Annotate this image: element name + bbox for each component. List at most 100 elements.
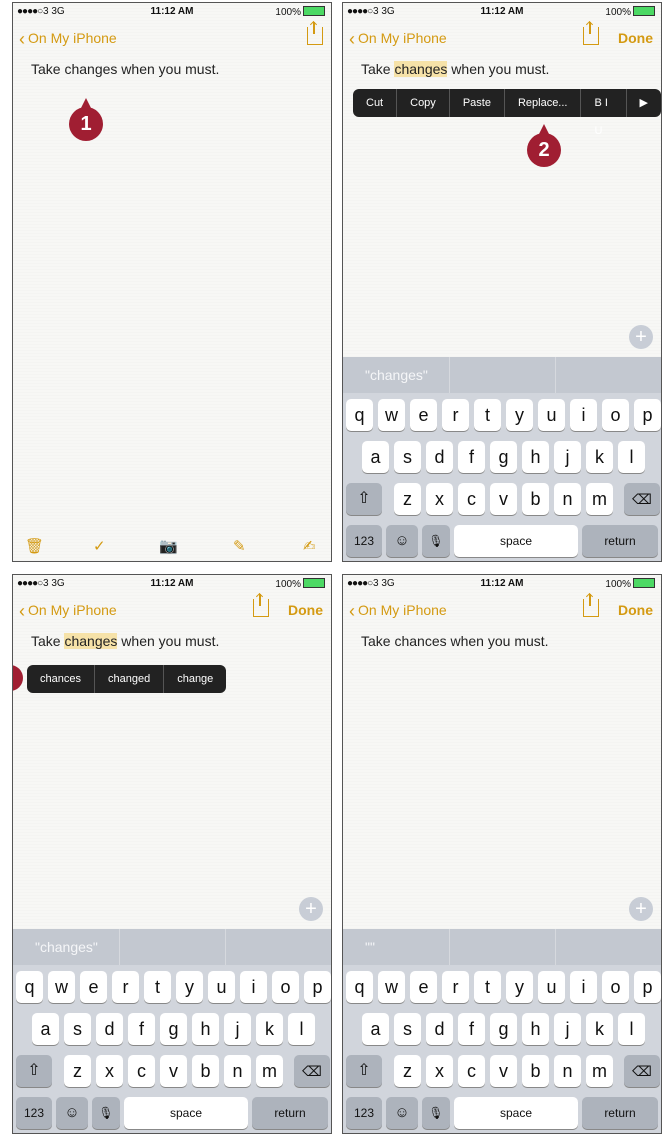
emoji-icon[interactable]: ☺ [386, 1097, 418, 1129]
share-icon[interactable] [307, 22, 323, 45]
key-n[interactable]: n [554, 483, 581, 515]
key-k[interactable]: k [256, 1013, 283, 1045]
back-button[interactable]: ‹ On My iPhone [349, 29, 447, 50]
checklist-icon[interactable]: ✓ [93, 537, 106, 555]
delete-icon[interactable]: ⌫ [624, 483, 660, 515]
key-y[interactable]: y [506, 971, 533, 1003]
done-button[interactable]: Done [288, 602, 323, 618]
key-i[interactable]: i [240, 971, 267, 1003]
key-p[interactable]: p [304, 971, 331, 1003]
key-g[interactable]: g [490, 441, 517, 473]
delete-icon[interactable]: ⌫ [624, 1055, 660, 1087]
key-p[interactable]: p [634, 399, 661, 431]
prediction-text[interactable]: "changes" [365, 367, 428, 383]
key-z[interactable]: z [64, 1055, 91, 1087]
selected-word[interactable]: changes [64, 633, 118, 649]
key-r[interactable]: r [112, 971, 139, 1003]
mic-icon[interactable]: 🎙 [422, 1097, 450, 1129]
key-t[interactable]: t [144, 971, 171, 1003]
key-w[interactable]: w [378, 399, 405, 431]
more-arrow-icon[interactable]: ▶ [627, 89, 661, 117]
trash-icon[interactable]: 🗑 [25, 537, 44, 555]
key-e[interactable]: e [410, 399, 437, 431]
prediction-text[interactable]: "changes" [35, 939, 98, 955]
space-key[interactable]: space [454, 525, 578, 557]
key-g[interactable]: g [160, 1013, 187, 1045]
key-n[interactable]: n [554, 1055, 581, 1087]
numbers-key[interactable]: 123 [16, 1097, 52, 1129]
key-l[interactable]: l [288, 1013, 315, 1045]
key-v[interactable]: v [490, 1055, 517, 1087]
key-s[interactable]: s [64, 1013, 91, 1045]
delete-icon[interactable]: ⌫ [294, 1055, 330, 1087]
key-w[interactable]: w [48, 971, 75, 1003]
key-c[interactable]: c [128, 1055, 155, 1087]
done-button[interactable]: Done [618, 30, 653, 46]
back-button[interactable]: ‹ On My iPhone [19, 601, 117, 622]
key-h[interactable]: h [522, 441, 549, 473]
cut-button[interactable]: Cut [353, 89, 398, 117]
numbers-key[interactable]: 123 [346, 1097, 382, 1129]
key-w[interactable]: w [378, 971, 405, 1003]
key-i[interactable]: i [570, 971, 597, 1003]
key-c[interactable]: c [458, 483, 485, 515]
key-t[interactable]: t [474, 399, 501, 431]
key-r[interactable]: r [442, 399, 469, 431]
key-b[interactable]: b [192, 1055, 219, 1087]
key-p[interactable]: p [634, 971, 661, 1003]
shift-icon[interactable]: ⇧ [346, 483, 382, 515]
note-text[interactable]: Take changes when you must. [361, 61, 549, 77]
format-button[interactable]: B I U [581, 89, 627, 137]
compose-icon[interactable]: ✍ [303, 537, 316, 555]
key-u[interactable]: u [208, 971, 235, 1003]
key-u[interactable]: u [538, 971, 565, 1003]
key-a[interactable]: a [32, 1013, 59, 1045]
mic-icon[interactable]: 🎙 [92, 1097, 120, 1129]
key-a[interactable]: a [362, 441, 389, 473]
key-q[interactable]: q [346, 971, 373, 1003]
key-q[interactable]: q [16, 971, 43, 1003]
copy-button[interactable]: Copy [397, 89, 450, 117]
suggestion-chances[interactable]: chances [27, 665, 95, 693]
back-button[interactable]: ‹ On My iPhone [349, 601, 447, 622]
replace-button[interactable]: Replace... [505, 89, 582, 117]
plus-icon[interactable]: + [299, 897, 323, 921]
key-n[interactable]: n [224, 1055, 251, 1087]
suggestion-change[interactable]: change [164, 665, 226, 693]
plus-icon[interactable]: + [629, 897, 653, 921]
key-d[interactable]: d [426, 1013, 453, 1045]
camera-icon[interactable]: 📷 [159, 537, 178, 555]
key-o[interactable]: o [602, 399, 629, 431]
key-i[interactable]: i [570, 399, 597, 431]
return-key[interactable]: return [252, 1097, 328, 1129]
selected-word[interactable]: changes [394, 61, 448, 77]
shift-icon[interactable]: ⇧ [346, 1055, 382, 1087]
space-key[interactable]: space [124, 1097, 248, 1129]
key-b[interactable]: b [522, 483, 549, 515]
key-x[interactable]: x [96, 1055, 123, 1087]
prediction-text[interactable]: "" [365, 939, 375, 955]
key-k[interactable]: k [586, 441, 613, 473]
key-m[interactable]: m [586, 1055, 613, 1087]
share-icon[interactable] [583, 22, 599, 45]
note-text[interactable]: Take changes when you must. [31, 633, 219, 649]
key-s[interactable]: s [394, 1013, 421, 1045]
key-a[interactable]: a [362, 1013, 389, 1045]
key-u[interactable]: u [538, 399, 565, 431]
key-t[interactable]: t [474, 971, 501, 1003]
key-s[interactable]: s [394, 441, 421, 473]
key-m[interactable]: m [256, 1055, 283, 1087]
note-text[interactable]: Take changes when you must. [31, 61, 219, 77]
share-icon[interactable] [583, 594, 599, 617]
key-y[interactable]: y [176, 971, 203, 1003]
emoji-icon[interactable]: ☺ [56, 1097, 88, 1129]
paste-button[interactable]: Paste [450, 89, 505, 117]
shift-icon[interactable]: ⇧ [16, 1055, 52, 1087]
mic-icon[interactable]: 🎙 [422, 525, 450, 557]
share-icon[interactable] [253, 594, 269, 617]
key-l[interactable]: l [618, 441, 645, 473]
sketch-icon[interactable]: ✎ [233, 537, 246, 555]
key-f[interactable]: f [128, 1013, 155, 1045]
key-e[interactable]: e [80, 971, 107, 1003]
key-z[interactable]: z [394, 483, 421, 515]
